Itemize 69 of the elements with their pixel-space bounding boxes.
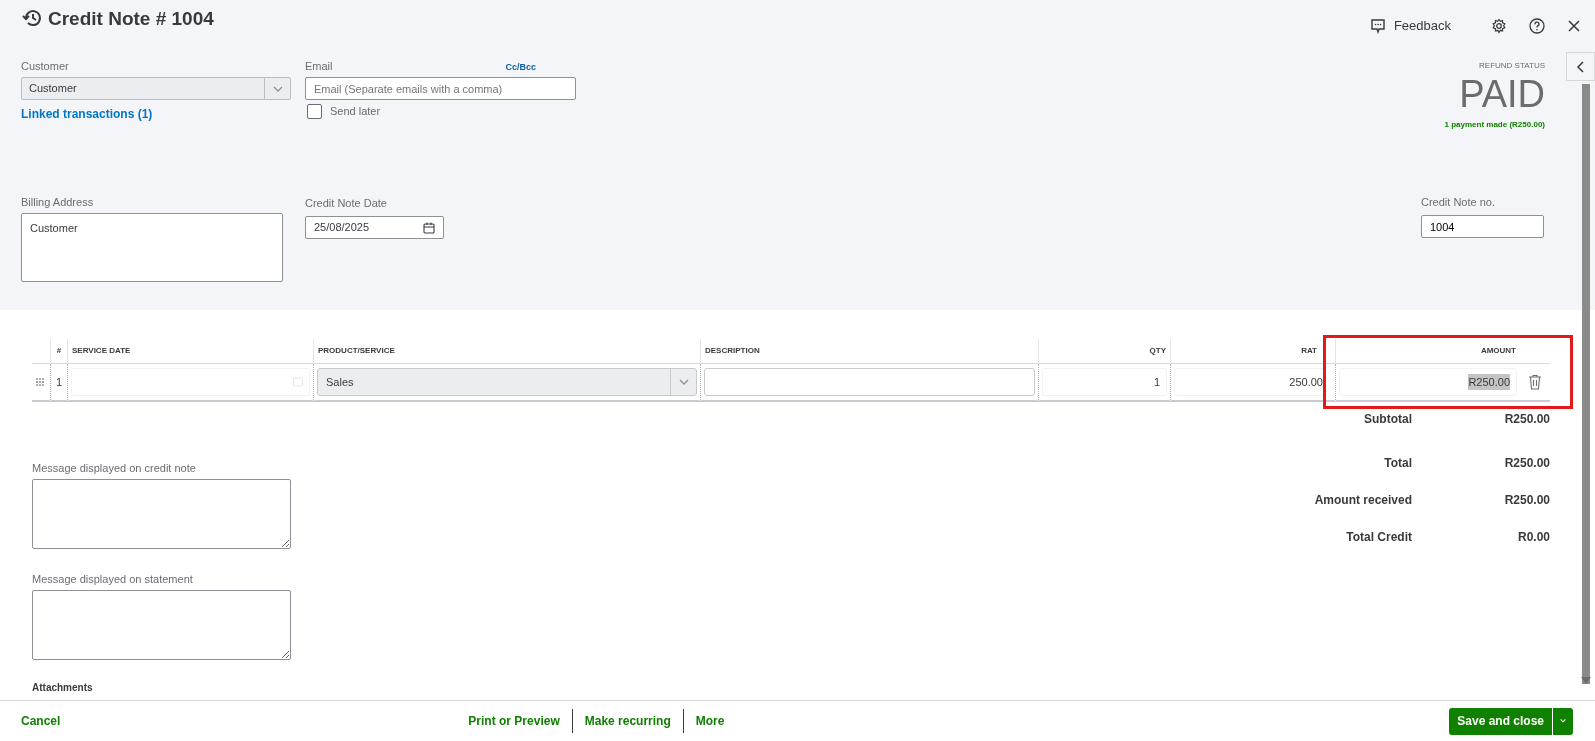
email-field[interactable]: Email (Separate emails with a comma) [305,77,576,100]
field-label: Customer [21,60,70,73]
message-field[interactable] [32,590,291,660]
column-header: AMOUNT [1480,345,1516,357]
calendar-icon [293,377,303,387]
customer-select[interactable]: Customer [21,77,291,100]
column-header: # [56,345,62,357]
total-value: R250.00 [1503,492,1550,509]
field-label: Credit Note Date [305,197,388,210]
chevron-left-icon [1575,60,1586,73]
save-options-button[interactable] [1552,707,1573,735]
settings-button[interactable] [1491,17,1507,34]
column-header: SERVICE DATE [72,345,131,357]
close-button[interactable] [1567,18,1581,33]
linked-transactions-link[interactable]: Linked transactions (1) [21,105,153,123]
rate-field[interactable]: 250.00 [1174,368,1324,396]
scroll-down-icon[interactable] [1581,677,1591,685]
status-label: REFUND STATUS [1478,60,1545,72]
product-select[interactable]: Sales [317,368,697,396]
description-field[interactable] [704,368,1035,396]
cc-bcc-link[interactable]: Cc/Bcc [505,61,536,75]
field-label: Message displayed on credit note [32,462,197,475]
payment-note: 1 payment made (R250.00) [1444,119,1545,131]
message-field[interactable] [32,479,291,549]
total-value: R250.00 [1503,455,1550,472]
page-title: Credit Note # 1004 [48,8,214,30]
status-text: PAID [1458,75,1545,113]
save-and-close-button[interactable]: Save and close [1449,707,1552,735]
column-header: QTY [1149,345,1166,357]
delete-button[interactable] [1528,374,1542,390]
qty-field[interactable]: 1 [1042,368,1167,396]
credit-note-number-field[interactable]: 1004 [1421,215,1544,238]
help-button[interactable] [1529,17,1545,34]
column-header: RAT [1301,345,1317,357]
checkbox[interactable] [307,103,322,119]
calendar-icon [423,221,435,234]
date-field[interactable]: 25/08/2025 [305,216,444,239]
field-label: Email [305,60,333,73]
checkbox-label: Send later [330,104,381,119]
service-date-field[interactable] [71,368,310,396]
chat-icon [1369,17,1386,34]
total-label: Total [1383,455,1412,472]
feedback-button[interactable]: Feedback [1369,16,1451,36]
footer-action-button[interactable]: Make recurring [584,712,671,730]
total-label: Subtotal [1363,411,1412,428]
address-field[interactable]: Customer [21,213,283,282]
total-label: Total Credit [1345,529,1412,546]
total-label: Amount received [1313,492,1412,509]
row-number: 1 [55,374,63,390]
section-label: Attachments [32,681,94,695]
drag-handle-icon[interactable] [35,377,45,387]
gear-icon [1491,17,1507,34]
column-header: PRODUCT/SERVICE [318,345,395,357]
total-value: R0.00 [1516,529,1550,546]
scrollbar-thumb[interactable] [1582,84,1590,684]
cancel-button[interactable]: Cancel [21,712,61,730]
footer-action-button[interactable]: Print or Preview [468,712,560,730]
total-value: R250.00 [1503,411,1550,428]
field-label: Billing Address [21,196,95,209]
field-label: Message displayed on statement [32,573,194,586]
history-icon [22,8,42,28]
field-label: Credit Note no. [1421,196,1496,209]
close-icon [1567,18,1581,33]
amount-field[interactable]: R250.00 [1339,368,1517,396]
trash-icon [1528,374,1542,390]
footer-action-button[interactable]: More [695,712,725,730]
help-icon [1529,17,1545,34]
collapse-panel-button[interactable] [1566,52,1595,81]
column-header: DESCRIPTION [705,345,760,357]
